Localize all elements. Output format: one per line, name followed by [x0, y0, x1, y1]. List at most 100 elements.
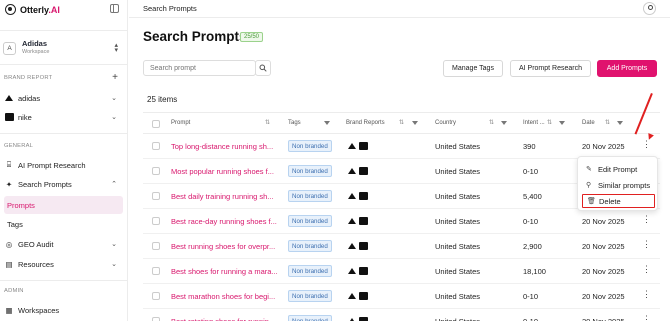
more-actions-icon[interactable]: ⋮ — [642, 265, 651, 274]
more-actions-icon[interactable]: ⋮ — [642, 315, 651, 321]
date-cell: 20 Nov 2025 — [582, 142, 625, 151]
menu-item-label: Similar prompts — [598, 180, 651, 190]
column-header-country[interactable]: Country — [435, 120, 456, 126]
audit-icon: ◎ — [5, 239, 13, 249]
row-checkbox[interactable] — [152, 292, 160, 300]
more-actions-icon[interactable]: ⋮ — [642, 290, 651, 299]
intent-cell: 5,400 — [523, 192, 542, 201]
search-prompts-icon: ✦ — [5, 179, 13, 189]
sidebar-item-search-prompts[interactable]: ✦ Search Prompts ⌃ — [4, 175, 123, 193]
sidebar-item-prompts[interactable]: Prompts — [4, 196, 123, 214]
intent-cell: 0-10 — [523, 217, 539, 226]
menu-item-similar-prompts[interactable]: ⚲ Similar prompts — [582, 178, 655, 192]
row-checkbox[interactable] — [152, 167, 160, 175]
menu-item-label: Delete — [599, 196, 621, 206]
nike-logo-icon — [359, 192, 368, 200]
sort-icon[interactable]: ⇅ — [489, 119, 494, 126]
sort-icon[interactable]: ⇅ — [547, 119, 552, 126]
user-menu-icon[interactable] — [643, 2, 656, 15]
add-prompts-button[interactable]: Add Prompts — [597, 60, 657, 77]
prompt-cell[interactable]: Best daily training running sh... — [171, 192, 274, 201]
filter-icon[interactable] — [412, 121, 418, 125]
sort-icon[interactable]: ⇅ — [399, 119, 404, 126]
row-actions-menu: ✎ Edit Prompt ⚲ Similar prompts 🗑 Delete — [577, 156, 658, 211]
prompt-cell[interactable]: Best rotating shoes for runnin... — [171, 317, 275, 321]
column-header-date[interactable]: Date — [582, 120, 595, 126]
prompt-cell[interactable]: Best marathon shoes for begi... — [171, 292, 275, 301]
sidebar-item-resources[interactable]: ▤ Resources ⌄ — [4, 255, 123, 273]
date-cell: 20 Nov 2025 — [582, 317, 625, 321]
column-header-intent[interactable]: Intent ... — [523, 120, 545, 126]
search-input[interactable] — [143, 60, 256, 76]
menu-item-delete[interactable]: 🗑 Delete — [582, 194, 655, 208]
logo-text: Otterly.AI — [20, 4, 60, 15]
sidebar-toggle-icon[interactable] — [110, 4, 119, 13]
more-actions-icon[interactable]: ⋮ — [642, 240, 651, 249]
sidebar-item-nike[interactable]: nike ⌄ — [4, 108, 123, 126]
sidebar-item-geo-audit[interactable]: ◎ GEO Audit ⌄ — [4, 235, 123, 253]
prompt-cell[interactable]: Most popular running shoes f... — [171, 167, 274, 176]
sidebar-item-workspaces[interactable]: ▦ Workspaces — [4, 301, 123, 319]
column-header-brand-reports[interactable]: Brand Reports — [346, 120, 385, 126]
divider — [0, 133, 127, 134]
search-button[interactable] — [255, 60, 271, 76]
filter-icon[interactable] — [617, 121, 623, 125]
sidebar-item-label: Prompts — [7, 200, 35, 210]
app-logo[interactable]: Otterly.AI — [5, 3, 123, 16]
sidebar-item-adidas[interactable]: adidas ⌄ — [4, 89, 123, 107]
table-row[interactable]: Best shoes for running a mara... Non bran… — [143, 259, 660, 284]
sidebar-item-tags[interactable]: Tags — [4, 215, 123, 233]
prompt-cell[interactable]: Best shoes for running a mara... — [171, 267, 278, 276]
adidas-logo-icon — [4, 93, 14, 103]
column-header-prompt[interactable]: Prompt — [171, 120, 190, 126]
top-bar: Search Prompts — [129, 0, 670, 18]
row-checkbox[interactable] — [152, 192, 160, 200]
row-checkbox[interactable] — [152, 317, 160, 321]
select-all-checkbox[interactable] — [152, 120, 160, 128]
sort-icon[interactable]: ⇅ — [605, 119, 610, 126]
row-checkbox[interactable] — [152, 142, 160, 150]
table-row[interactable]: Best rotating shoes for runnin... Non bra… — [143, 309, 660, 321]
brand-reports-cell — [348, 267, 368, 275]
breadcrumb: Search Prompts — [143, 4, 197, 13]
admin-label: ADMIN — [4, 288, 24, 294]
prompt-cell[interactable]: Best running shoes for overpr... — [171, 242, 275, 251]
brand-reports-cell — [348, 217, 368, 225]
menu-item-edit-prompt[interactable]: ✎ Edit Prompt — [582, 162, 655, 176]
filter-icon[interactable] — [501, 121, 507, 125]
row-checkbox[interactable] — [152, 242, 160, 250]
more-actions-icon[interactable]: ⋮ — [642, 140, 651, 149]
prompt-count-badge: 25/50 — [240, 32, 264, 42]
table-row[interactable]: Best race-day running shoes f... Non bran… — [143, 209, 660, 234]
filter-icon[interactable] — [324, 121, 330, 125]
nike-logo-icon — [359, 217, 368, 225]
sidebar-item-ai-prompt-research[interactable]: ⌸ AI Prompt Research — [4, 156, 123, 174]
workspace-switcher[interactable]: A Adidas Workspace ▴ ▾ — [3, 38, 121, 58]
table-row[interactable]: Best marathon shoes for begi... Non brand… — [143, 284, 660, 309]
manage-tags-button[interactable]: Manage Tags — [443, 60, 503, 77]
filter-icon[interactable] — [559, 121, 565, 125]
row-checkbox[interactable] — [152, 267, 160, 275]
chevron-down-icon: ⌄ — [111, 241, 117, 248]
otter-logo-icon — [5, 4, 16, 15]
divider — [0, 280, 127, 281]
sidebar: Otterly.AI A Adidas Workspace ▴ ▾ BRAND R… — [0, 0, 128, 321]
more-actions-icon[interactable]: ⋮ — [642, 215, 651, 224]
adidas-logo-icon — [348, 143, 356, 149]
country-cell: United States — [435, 317, 480, 321]
intent-cell: 0-10 — [523, 292, 539, 301]
table-row[interactable]: Best running shoes for overpr... Non bran… — [143, 234, 660, 259]
sort-icon[interactable]: ⇅ — [265, 119, 270, 126]
research-icon: ⌸ — [6, 160, 12, 169]
nike-logo-icon — [359, 292, 368, 300]
brand-reports-cell — [348, 242, 368, 250]
row-checkbox[interactable] — [152, 217, 160, 225]
prompt-cell[interactable]: Best race-day running shoes f... — [171, 217, 277, 226]
brand-reports-cell — [348, 142, 368, 150]
add-brand-icon[interactable]: + — [112, 73, 118, 83]
tag-badge: Non branded — [288, 265, 332, 277]
prompt-cell[interactable]: Top long-distance running sh... — [171, 142, 273, 151]
ai-prompt-research-button[interactable]: AI Prompt Research — [510, 60, 591, 77]
column-header-tags[interactable]: Tags — [288, 120, 301, 126]
sidebar-item-label: nike — [18, 112, 32, 122]
